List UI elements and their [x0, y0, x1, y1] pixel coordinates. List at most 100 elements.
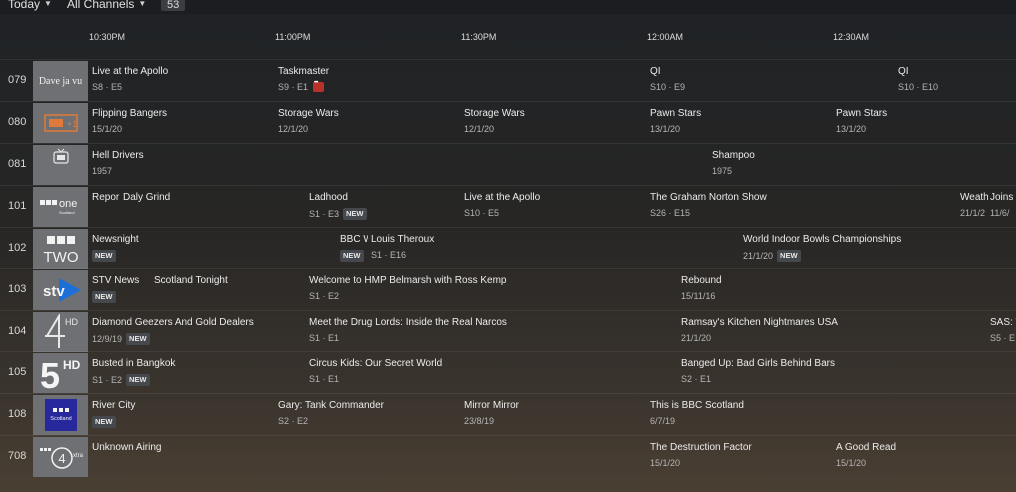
- channel-logo[interactable]: HD: [33, 312, 88, 352]
- channel-logo[interactable]: Dave ja vu: [33, 61, 88, 101]
- program-cell[interactable]: Pawn Stars 13/1/20: [836, 102, 1016, 143]
- program-cell[interactable]: Banged Up: Bad Girls Behind Bars S2 · E1: [681, 352, 1016, 393]
- program-title: Mirror Mirror: [464, 400, 519, 411]
- program-cell[interactable]: Hell Drivers 1957: [92, 144, 708, 185]
- program-subtitle-group: S1 · E2 NEW: [92, 374, 154, 386]
- program-title: Newsnight: [92, 234, 139, 245]
- program-subtitle: 21/1/20: [681, 333, 712, 343]
- channel-number: 105: [8, 366, 27, 378]
- program-title: Flipping Bangers: [92, 108, 168, 119]
- channel-filter-dropdown[interactable]: All Channels ▼: [67, 0, 146, 11]
- program-cell[interactable]: Taskmaster S9 · E1: [278, 60, 646, 101]
- time-slot-label: 10:30PM: [89, 32, 126, 42]
- program-title: Ramsay's Kitchen Nightmares USA: [681, 317, 838, 328]
- program-cell[interactable]: Newsnight NEW: [92, 228, 336, 269]
- program-subtitle: 13/1/20: [650, 124, 681, 134]
- program-title: Scotland Tonight: [154, 275, 228, 286]
- program-cell[interactable]: Repor: [92, 186, 122, 227]
- svg-text:Scotland: Scotland: [59, 210, 75, 215]
- time-header: 10:30PM 11:00PM 11:30PM 12:00AM 12:30AM: [0, 24, 1016, 52]
- program-cell[interactable]: Live at the Apollo S8 · E5: [92, 60, 274, 101]
- channel-row: 081 Hell Drivers 1957 Shampoo 1975: [0, 143, 1016, 185]
- program-subtitle: 1975: [712, 166, 733, 176]
- program-cell[interactable]: A Good Read 15/1/20: [836, 436, 1016, 477]
- program-subtitle-group: NEW: [92, 416, 120, 428]
- program-cell[interactable]: Meet the Drug Lords: Inside the Real Nar…: [309, 311, 677, 352]
- channel-logo[interactable]: Scotland: [33, 395, 88, 435]
- channel-logo[interactable]: 5 HD: [33, 353, 88, 393]
- program-cell[interactable]: Gary: Tank Commander S2 · E2: [278, 394, 460, 435]
- program-cell[interactable]: Joins 11/6/: [990, 186, 1016, 227]
- program-cell[interactable]: Louis Theroux S1 · E16: [371, 228, 739, 269]
- stv-logo-icon: stv: [43, 278, 81, 302]
- program-title: Circus Kids: Our Secret World: [309, 358, 443, 369]
- program-cell[interactable]: The Destruction Factor 15/1/20: [650, 436, 832, 477]
- record-icon[interactable]: [313, 80, 325, 92]
- bbc-one-logo-icon: one Scotland: [39, 198, 77, 215]
- program-subtitle: S10 · E10: [898, 82, 939, 92]
- program-cell[interactable]: Circus Kids: Our Secret World S1 · E1: [309, 352, 677, 393]
- program-cell[interactable]: Unknown Airing: [92, 436, 646, 477]
- new-badge: NEW: [343, 208, 367, 220]
- program-cell[interactable]: Ladhood S1 · E3 NEW: [309, 186, 461, 227]
- channel-number: 708: [8, 450, 27, 462]
- program-subtitle: S1 · E1: [309, 333, 340, 343]
- channel-logo[interactable]: +1: [33, 103, 88, 143]
- channel-row: 080 +1 Flipping Bangers 15/1/20 Storage …: [0, 101, 1016, 143]
- channel-row: 079 Dave ja vu Live at the Apollo S8 · E…: [0, 59, 1016, 101]
- program-cell[interactable]: World Indoor Bowls Championships 21/1/20…: [743, 228, 1016, 269]
- program-cell[interactable]: BBC W NEW: [340, 228, 368, 269]
- program-cell[interactable]: Welcome to HMP Belmarsh with Ross Kemp S…: [309, 269, 677, 310]
- program-cell[interactable]: The Graham Norton Show S26 · E15: [650, 186, 956, 227]
- program-title: Storage Wars: [278, 108, 339, 119]
- program-subtitle: S10 · E9: [650, 82, 686, 92]
- day-filter-dropdown[interactable]: Today ▼: [8, 0, 52, 11]
- program-title: Live at the Apollo: [464, 192, 541, 203]
- channel-row: 108 Scotland River City NEW Gary: Tank C…: [0, 393, 1016, 435]
- program-cell[interactable]: QI S10 · E9: [650, 60, 894, 101]
- channel-4-hd-logo-icon: HD: [44, 314, 78, 348]
- program-cell[interactable]: Mirror Mirror 23/8/19: [464, 394, 646, 435]
- program-cell[interactable]: Flipping Bangers 15/1/20: [92, 102, 274, 143]
- program-title: QI: [650, 66, 661, 77]
- program-cell[interactable]: Rebound 15/11/16: [681, 269, 1016, 310]
- channel-logo[interactable]: 4 xtra: [33, 437, 88, 477]
- channel-logo[interactable]: TWO: [33, 229, 88, 269]
- program-title: QI: [898, 66, 909, 77]
- program-cell[interactable]: Daly Grind: [123, 186, 305, 227]
- program-title: The Destruction Factor: [650, 442, 752, 453]
- program-cell[interactable]: SAS: W S5 · E: [990, 311, 1016, 352]
- program-cell[interactable]: Ramsay's Kitchen Nightmares USA 21/1/20: [681, 311, 986, 352]
- program-cell[interactable]: Diamond Geezers And Gold Dealers 12/9/19…: [92, 311, 305, 352]
- channel-logo[interactable]: [33, 145, 88, 185]
- channel-logo[interactable]: one Scotland: [33, 187, 88, 227]
- new-badge: NEW: [340, 250, 364, 262]
- channel-row: 101 one Scotland Repor Daly Grind Ladhoo…: [0, 185, 1016, 227]
- program-cell[interactable]: River City NEW: [92, 394, 274, 435]
- program-cell[interactable]: STV News NEW: [92, 269, 150, 310]
- time-slot-label: 12:00AM: [647, 32, 684, 42]
- channel-number: 102: [8, 242, 27, 254]
- program-title: Joins: [990, 192, 1014, 203]
- program-title: Welcome to HMP Belmarsh with Ross Kemp: [309, 275, 507, 286]
- channel-logo[interactable]: stv: [33, 270, 88, 310]
- channel-logo-text: Dave ja vu: [38, 75, 83, 87]
- program-subtitle: S26 · E15: [650, 208, 691, 218]
- program-subtitle: 12/1/20: [464, 124, 495, 134]
- program-title: A Good Read: [836, 442, 897, 453]
- program-cell[interactable]: Weath 21/1/2: [960, 186, 988, 227]
- channel-count-badge: 53: [161, 0, 186, 11]
- program-cell[interactable]: Busted in Bangkok S1 · E2 NEW: [92, 352, 305, 393]
- channel-number: 103: [8, 283, 27, 295]
- program-subtitle-group: S1 · E3 NEW: [309, 208, 371, 220]
- channel-5-hd-logo-icon: 5 HD: [40, 355, 81, 391]
- program-cell[interactable]: QI S10 · E10: [898, 60, 1016, 101]
- program-cell[interactable]: Live at the Apollo S10 · E5: [464, 186, 646, 227]
- program-cell[interactable]: This is BBC Scotland 6/7/19: [650, 394, 1016, 435]
- program-cell[interactable]: Pawn Stars 13/1/20: [650, 102, 832, 143]
- program-cell[interactable]: Storage Wars 12/1/20: [464, 102, 646, 143]
- program-cell[interactable]: Scotland Tonight: [154, 269, 305, 310]
- program-cell[interactable]: Shampoo 1975: [712, 144, 1016, 185]
- talking-pictures-logo-icon: [52, 148, 69, 164]
- program-cell[interactable]: Storage Wars 12/1/20: [278, 102, 460, 143]
